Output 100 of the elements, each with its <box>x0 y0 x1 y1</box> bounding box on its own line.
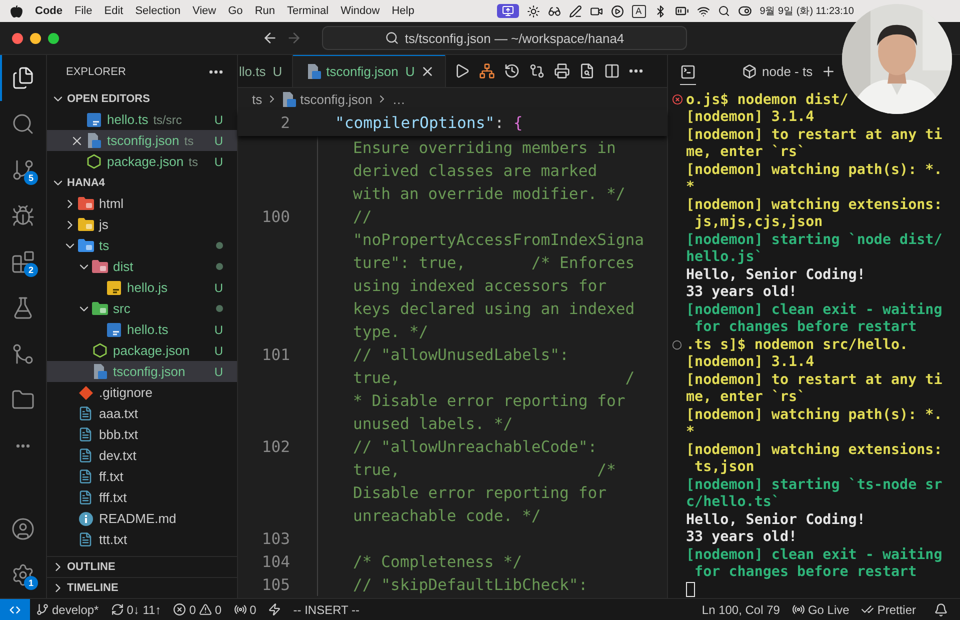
tree-item[interactable]: .gitignore <box>47 382 237 403</box>
code-line: using indexed accessors for <box>353 276 606 294</box>
menu-item[interactable]: Go <box>228 5 243 17</box>
branch-button[interactable]: develop* <box>30 599 105 620</box>
tree-item[interactable]: html <box>47 193 237 214</box>
input-source[interactable]: A <box>632 4 646 18</box>
tree-item[interactable]: dist <box>47 256 237 277</box>
account-icon <box>11 517 35 541</box>
tree-item[interactable]: bbb.txt <box>47 424 237 445</box>
menu-item[interactable]: Run <box>254 5 275 17</box>
go-live-button[interactable]: Go Live <box>786 599 856 620</box>
menu-item[interactable]: View <box>192 5 216 17</box>
tree-item[interactable]: ff.txt <box>47 466 237 487</box>
terminal-line: o.js$ nodemon dist/ <box>686 92 848 108</box>
run-button[interactable] <box>454 63 470 79</box>
zoom-window-button[interactable] <box>48 32 59 44</box>
tree-item[interactable]: fff.txt <box>47 487 237 508</box>
tree-item[interactable]: js <box>47 214 237 235</box>
file-name: README.md <box>99 511 176 526</box>
breadcrumb-item[interactable]: ts <box>252 92 262 106</box>
document-icon <box>78 427 93 442</box>
tree-item[interactable]: ts <box>47 235 237 256</box>
circle-icon <box>672 340 682 350</box>
breadcrumb-item[interactable]: … <box>392 92 406 106</box>
activity-bar-item[interactable]: 2 <box>0 239 46 285</box>
folder-icon <box>92 260 108 273</box>
menu-item[interactable]: File <box>74 5 92 17</box>
terminal-line: 33 years old! <box>686 529 798 546</box>
hierarchy-button[interactable] <box>478 63 495 79</box>
prettier-button[interactable]: Prettier <box>855 599 922 620</box>
terminal-line: js,mjs,cjs,json <box>694 214 823 230</box>
menu-item[interactable]: Edit <box>104 5 124 17</box>
terminal-line: [nodemon] watching extensions: <box>686 196 942 213</box>
compare-button[interactable] <box>528 63 545 79</box>
more-icon <box>14 444 32 448</box>
print-button[interactable] <box>554 63 570 79</box>
file-name: ff.txt <box>99 469 124 484</box>
file-icon <box>106 280 120 294</box>
tree-item[interactable]: package.json U <box>47 340 237 361</box>
sync-button[interactable]: 0↓ 11↑ <box>104 599 168 620</box>
terminal-line: [nodemon] clean exit - waiting <box>686 302 942 318</box>
tree-item[interactable]: src <box>47 298 237 319</box>
split-editor-button[interactable] <box>604 63 620 79</box>
editor-tab[interactable]: tsconfig.json U <box>293 55 446 87</box>
tree-item[interactable]: hello.ts U <box>47 319 237 340</box>
forward-button[interactable] <box>286 30 302 46</box>
code-line: /* Completeness */ <box>353 552 522 570</box>
count-badge: 5 <box>24 171 38 185</box>
menu-item[interactable]: Window <box>340 5 380 17</box>
tree-item[interactable]: README.md <box>47 508 237 529</box>
more-button[interactable] <box>628 69 643 73</box>
command-center[interactable]: ts/tsconfig.json — ~/workspace/hana4 <box>322 26 687 50</box>
git-status: U <box>214 134 223 148</box>
open-editor-item[interactable]: package.json ts U <box>47 151 237 172</box>
breadcrumb-item[interactable]: tsconfig.json <box>282 92 372 106</box>
tree-item[interactable]: aaa.txt <box>47 403 237 424</box>
menu-item[interactable]: Terminal <box>287 5 329 17</box>
terminal-line: [nodemon] clean exit - waiting <box>686 546 942 563</box>
tree-item[interactable]: ttt.txt <box>47 529 237 550</box>
screen-share-button[interactable] <box>496 4 519 18</box>
play-icon <box>454 63 470 79</box>
file-icon <box>86 112 100 126</box>
section-header[interactable]: HANA4 <box>47 172 237 193</box>
file-icon <box>92 364 106 379</box>
editor-tab[interactable]: llo.ts U <box>238 55 294 87</box>
count-badge: 2 <box>24 263 38 277</box>
menu-item[interactable]: Selection <box>135 5 180 17</box>
terminal-line: [nodemon] watching path(s): *. <box>686 406 942 423</box>
back-button[interactable] <box>262 30 278 46</box>
section-header[interactable]: OUTLINE <box>47 556 237 577</box>
line-number: 103 <box>260 530 290 548</box>
open-editor-item[interactable]: hello.ts ts/src U <box>47 109 237 130</box>
sidebar-title: EXPLORER <box>66 66 126 78</box>
preview-button[interactable] <box>578 63 595 79</box>
git-status: U <box>214 280 223 294</box>
minimize-window-button[interactable] <box>30 32 41 44</box>
tree-item[interactable]: dev.txt <box>47 445 237 466</box>
close-window-button[interactable] <box>12 32 23 44</box>
file-path: ts <box>188 154 198 168</box>
activity-bar-item[interactable]: 1 <box>0 552 46 598</box>
tree-item[interactable]: hello.js U <box>47 277 237 298</box>
section-header[interactable]: OPEN EDITORS <box>47 88 237 109</box>
menu-item[interactable]: Help <box>392 5 414 17</box>
document-icon <box>78 469 93 484</box>
tree-item[interactable]: tsconfig.json U <box>47 361 237 382</box>
document-icon <box>78 448 93 463</box>
activity-bar-item[interactable]: 5 <box>0 147 46 193</box>
cursor-position[interactable]: Ln 100, Col 79 <box>696 599 786 620</box>
ports-button[interactable]: 0 <box>228 599 262 620</box>
folder-icon <box>78 197 94 210</box>
open-editor-item[interactable]: tsconfig.json ts U <box>47 130 237 151</box>
lightning-icon <box>268 603 282 616</box>
app-menu[interactable]: Code <box>35 5 62 17</box>
problems-button[interactable]: 0 0 <box>167 599 228 620</box>
code-line: // "allowUnreachableCode": <box>353 438 598 456</box>
double-check-icon <box>861 603 874 616</box>
terminal-tab[interactable]: node - ts <box>742 58 813 84</box>
file-name: hello.ts <box>107 112 148 127</box>
remote-button[interactable] <box>0 599 30 620</box>
history-button[interactable] <box>504 63 520 79</box>
